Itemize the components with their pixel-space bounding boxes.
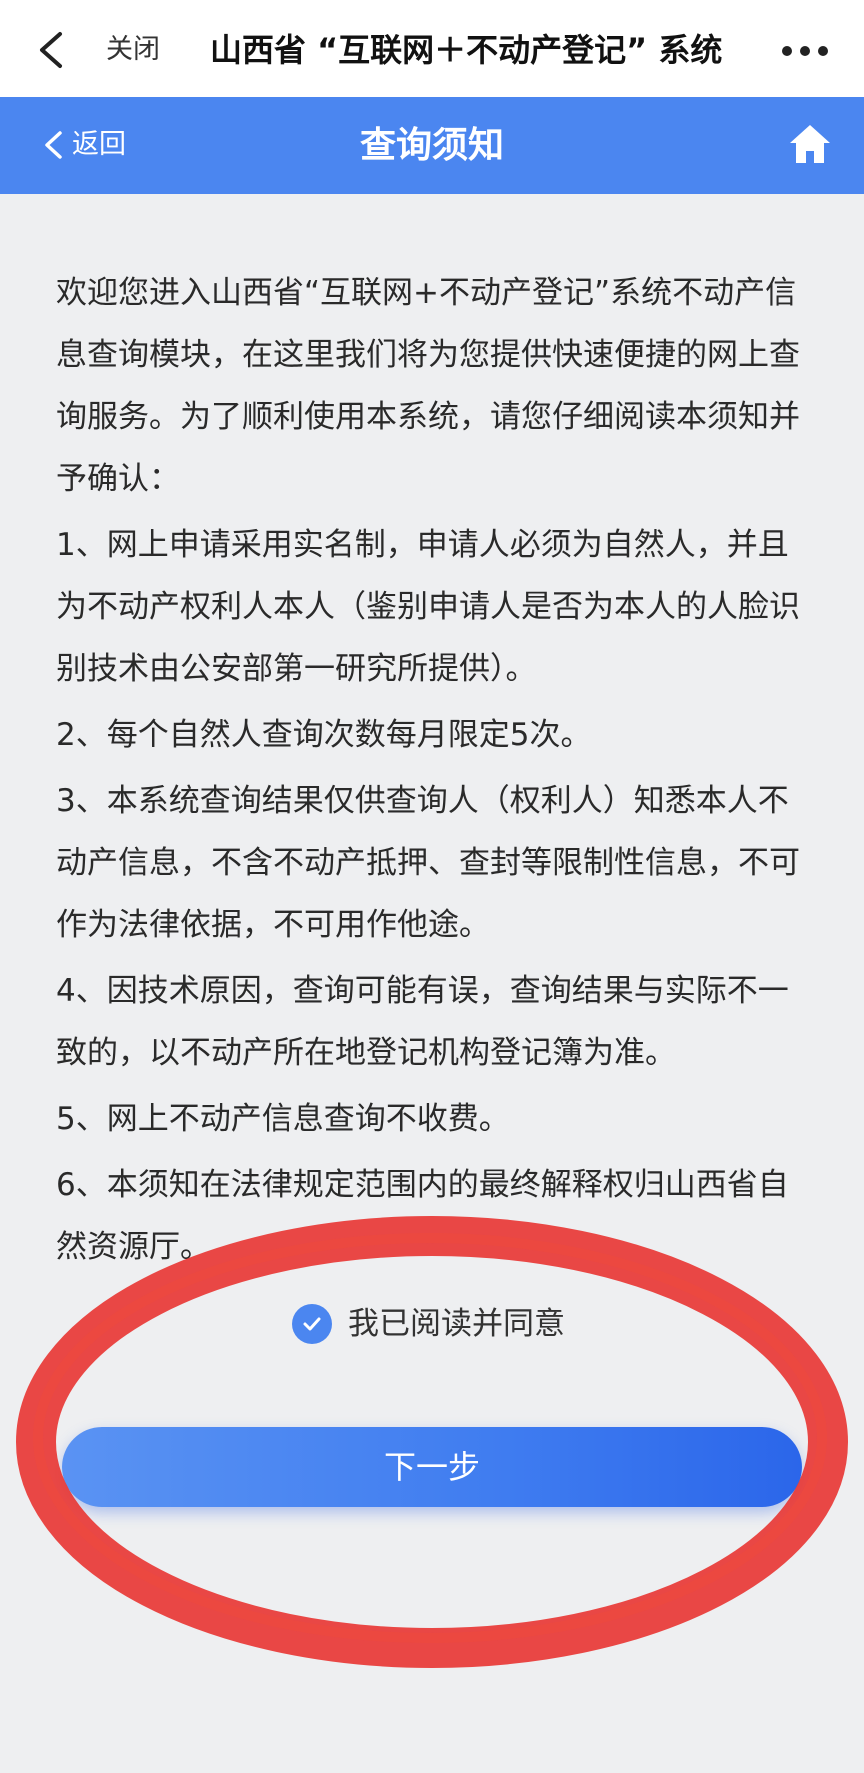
notice-content: 欢迎您进入山西省“互联网+不动产登记”系统不动产信息查询模块，在这里我们将为您提… <box>56 262 816 1282</box>
back-button[interactable]: 返回 <box>42 125 126 165</box>
agree-label: 我已阅读并同意 <box>348 1306 565 1342</box>
notice-item-4: 4、因技术原因，查询可能有误，查询结果与实际不一致的，以不动产所在地登记机构登记… <box>56 973 789 1071</box>
chevron-left-icon[interactable] <box>34 30 70 70</box>
back-label: 返回 <box>72 129 126 160</box>
notice-item-3: 3、本系统查询结果仅供查询人（权利人）知悉本人不动产信息，不含不动产抵押、查封等… <box>56 783 800 943</box>
check-circle-icon <box>292 1304 332 1344</box>
more-dots-icon[interactable] <box>780 44 830 58</box>
agree-checkbox[interactable]: 我已阅读并同意 <box>292 1302 565 1346</box>
page: 关闭 山西省 “互联网＋不动产登记” 系统 查询须知 返回 欢迎您进入山西省“互… <box>0 0 864 1773</box>
app-title: 山西省 “互联网＋不动产登记” 系统 <box>210 31 723 69</box>
page-header: 查询须知 返回 <box>0 97 864 194</box>
app-top-bar: 关闭 山西省 “互联网＋不动产登记” 系统 <box>0 0 864 97</box>
notice-item-6: 6、本须知在法律规定范围内的最终解释权归山西省自然资源厅。 <box>56 1167 789 1265</box>
chevron-left-icon <box>45 131 62 159</box>
notice-item-2: 2、每个自然人查询次数每月限定5次。 <box>56 717 592 753</box>
page-title: 查询须知 <box>359 125 504 166</box>
close-button[interactable]: 关闭 <box>106 34 160 66</box>
notice-item-5: 5、网上不动产信息查询不收费。 <box>56 1101 510 1137</box>
next-step-button[interactable]: 下一步 <box>62 1427 802 1507</box>
notice-item-1: 1、网上申请采用实名制，申请人必须为自然人，并且为不动产权利人本人（鉴别申请人是… <box>56 527 800 687</box>
home-icon[interactable] <box>788 123 832 165</box>
notice-intro: 欢迎您进入山西省“互联网+不动产登记”系统不动产信息查询模块，在这里我们将为您提… <box>56 275 800 497</box>
